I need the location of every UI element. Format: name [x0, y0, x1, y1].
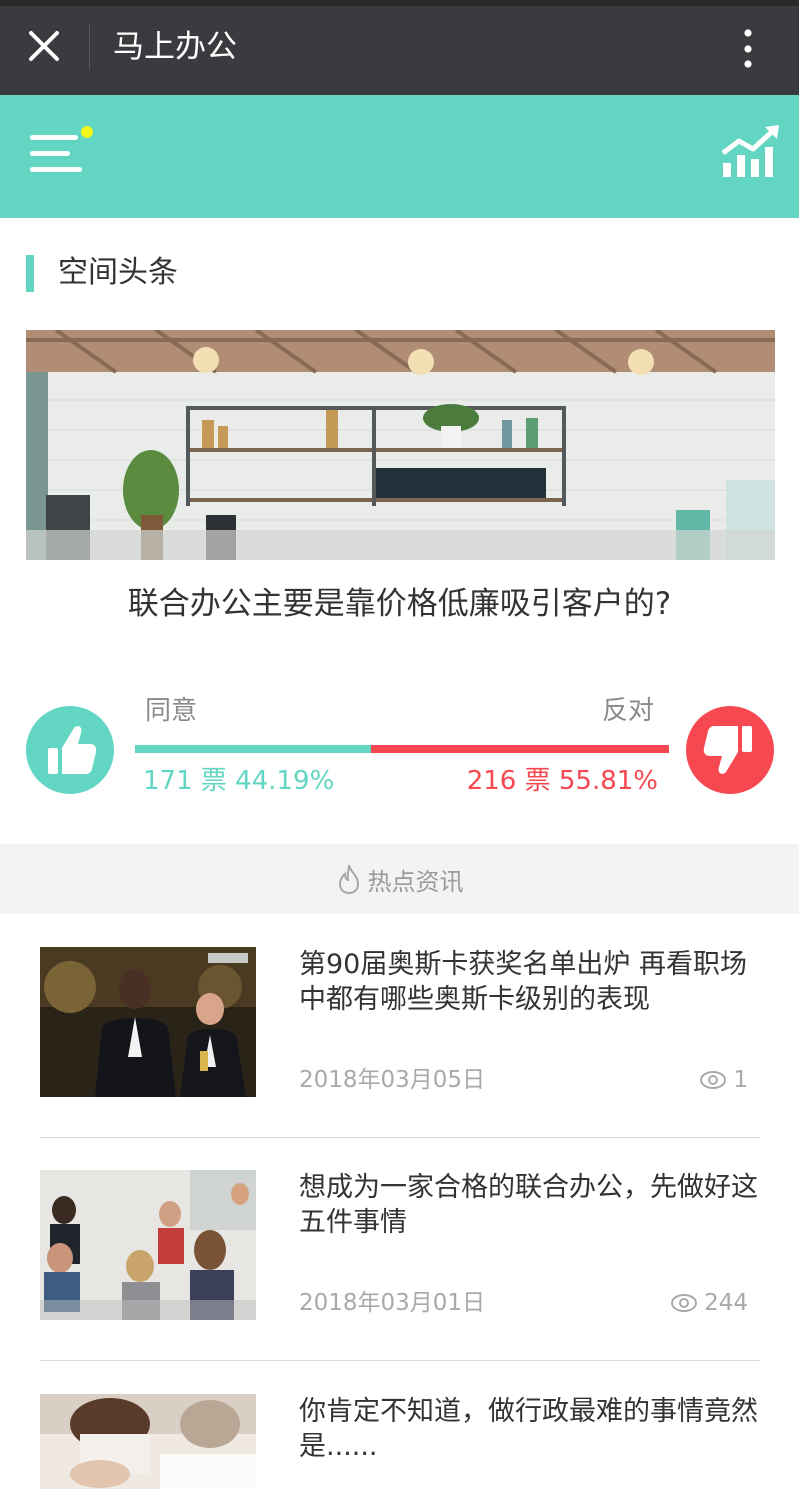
agree-label: 同意	[145, 696, 198, 726]
app-header	[0, 95, 799, 218]
agree-count: 171 票 44.19%	[143, 766, 335, 796]
app-title: 马上办公	[113, 29, 237, 65]
menu-notify-icon[interactable]	[28, 125, 96, 177]
thumbs-down-icon	[703, 726, 752, 774]
agree-button[interactable]	[26, 706, 114, 794]
news-thumbnail	[40, 947, 256, 1097]
topbar-divider	[89, 24, 90, 70]
hot-news-header: 热点资讯	[0, 844, 799, 914]
oppose-count: 216 票 55.81%	[466, 766, 658, 796]
trend-chart-icon[interactable]	[719, 123, 783, 179]
news-view-count: 1	[699, 1064, 748, 1096]
poll-question: 联合办公主要是靠价格低廉吸引客户的?	[127, 586, 672, 622]
flame-icon	[338, 864, 359, 895]
section-accent-bar	[26, 255, 34, 292]
more-vertical-icon[interactable]	[733, 24, 763, 68]
oppose-label: 反对	[602, 696, 655, 726]
news-title: 第90届奥斯卡获奖名单出炉 再看职场中都有哪些奥斯卡级别的表现	[299, 949, 747, 1015]
news-thumbnail	[40, 1170, 256, 1320]
news-item[interactable]: 想成为一家合格的联合办公，先做好这五件事情 2018年03月01日 244	[40, 1170, 760, 1360]
news-title: 你肯定不知道，做行政最难的事情竟然是......	[299, 1396, 758, 1462]
news-view-count: 244	[670, 1287, 748, 1319]
thumbs-up-icon	[48, 726, 97, 774]
oppose-bar-segment	[370, 745, 669, 753]
news-views-value: 244	[704, 1290, 748, 1316]
agree-bar-segment	[135, 745, 371, 753]
headline-image[interactable]	[26, 330, 775, 560]
vote-ratio-bar	[135, 745, 669, 753]
hot-news-label: 热点资讯	[367, 867, 464, 896]
close-icon[interactable]	[22, 24, 66, 68]
news-views-value: 1	[733, 1067, 748, 1093]
oppose-button[interactable]	[686, 706, 774, 794]
eye-icon	[700, 1071, 727, 1089]
news-title: 想成为一家合格的联合办公，先做好这五件事情	[299, 1172, 758, 1238]
news-date: 2018年03月05日	[299, 1067, 486, 1093]
news-thumbnail	[40, 1394, 256, 1489]
news-date: 2018年03月01日	[299, 1290, 486, 1316]
list-divider	[40, 1137, 760, 1138]
eye-icon	[671, 1294, 698, 1312]
news-item[interactable]: 你肯定不知道，做行政最难的事情竟然是......	[40, 1394, 760, 1489]
section-title: 空间头条	[58, 255, 178, 290]
list-divider	[40, 1360, 760, 1361]
news-item[interactable]: 第90届奥斯卡获奖名单出炉 再看职场中都有哪些奥斯卡级别的表现 2018年03月…	[40, 947, 760, 1137]
